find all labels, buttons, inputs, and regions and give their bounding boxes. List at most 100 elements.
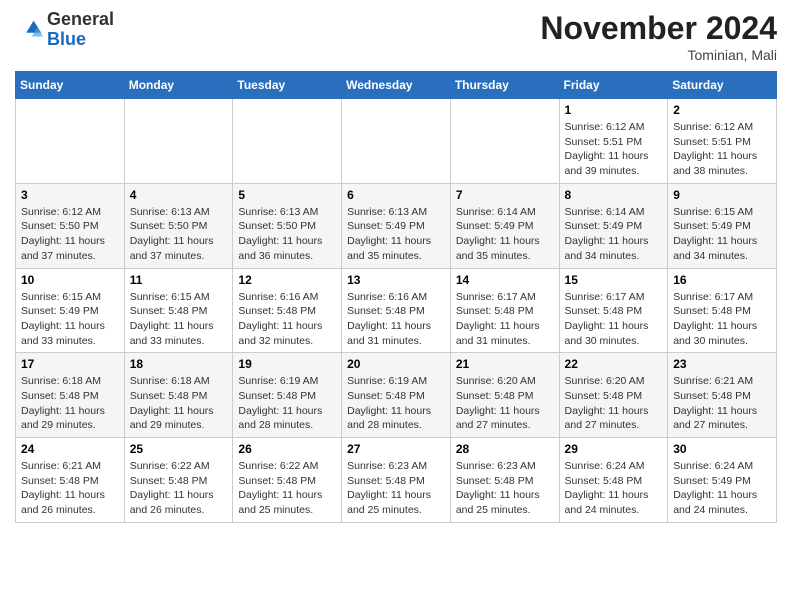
calendar-cell: 7 Sunrise: 6:14 AMSunset: 5:49 PMDaylight… xyxy=(450,183,559,268)
weekday-header-tuesday: Tuesday xyxy=(233,72,342,99)
calendar-cell: 9 Sunrise: 6:15 AMSunset: 5:49 PMDaylight… xyxy=(668,183,777,268)
calendar-cell xyxy=(450,99,559,184)
calendar-cell: 30 Sunrise: 6:24 AMSunset: 5:49 PMDayligh… xyxy=(668,438,777,523)
day-number: 8 xyxy=(565,188,663,202)
day-info: Sunrise: 6:17 AMSunset: 5:48 PMDaylight:… xyxy=(673,290,771,349)
calendar-cell xyxy=(342,99,451,184)
day-info: Sunrise: 6:12 AMSunset: 5:50 PMDaylight:… xyxy=(21,205,119,264)
weekday-header-saturday: Saturday xyxy=(668,72,777,99)
day-number: 27 xyxy=(347,442,445,456)
calendar-week-row: 3 Sunrise: 6:12 AMSunset: 5:50 PMDaylight… xyxy=(16,183,777,268)
location: Tominian, Mali xyxy=(540,47,777,63)
day-info: Sunrise: 6:14 AMSunset: 5:49 PMDaylight:… xyxy=(456,205,554,264)
day-number: 17 xyxy=(21,357,119,371)
day-info: Sunrise: 6:24 AMSunset: 5:48 PMDaylight:… xyxy=(565,459,663,518)
day-info: Sunrise: 6:12 AMSunset: 5:51 PMDaylight:… xyxy=(673,120,771,179)
month-title: November 2024 xyxy=(540,10,777,47)
calendar-cell: 11 Sunrise: 6:15 AMSunset: 5:48 PMDayligh… xyxy=(124,268,233,353)
day-info: Sunrise: 6:17 AMSunset: 5:48 PMDaylight:… xyxy=(456,290,554,349)
day-info: Sunrise: 6:23 AMSunset: 5:48 PMDaylight:… xyxy=(456,459,554,518)
calendar-cell: 29 Sunrise: 6:24 AMSunset: 5:48 PMDayligh… xyxy=(559,438,668,523)
day-info: Sunrise: 6:23 AMSunset: 5:48 PMDaylight:… xyxy=(347,459,445,518)
calendar-cell: 22 Sunrise: 6:20 AMSunset: 5:48 PMDayligh… xyxy=(559,353,668,438)
day-info: Sunrise: 6:22 AMSunset: 5:48 PMDaylight:… xyxy=(238,459,336,518)
calendar-cell: 2 Sunrise: 6:12 AMSunset: 5:51 PMDaylight… xyxy=(668,99,777,184)
calendar-cell: 25Sunrise: 6:22 AMSunset: 5:48 PMDayligh… xyxy=(124,438,233,523)
day-number: 7 xyxy=(456,188,554,202)
day-number: 16 xyxy=(673,273,771,287)
logo: General Blue xyxy=(15,10,114,50)
day-number: 28 xyxy=(456,442,554,456)
day-info: Sunrise: 6:14 AMSunset: 5:49 PMDaylight:… xyxy=(565,205,663,264)
day-info: Sunrise: 6:13 AMSunset: 5:50 PMDaylight:… xyxy=(238,205,336,264)
page-header: General Blue November 2024 Tominian, Mal… xyxy=(15,10,777,63)
day-number: 9 xyxy=(673,188,771,202)
logo-icon xyxy=(15,16,43,44)
day-info: Sunrise: 6:12 AMSunset: 5:51 PMDaylight:… xyxy=(565,120,663,179)
calendar-week-row: 10 Sunrise: 6:15 AMSunset: 5:49 PMDayligh… xyxy=(16,268,777,353)
calendar-cell: 26 Sunrise: 6:22 AMSunset: 5:48 PMDayligh… xyxy=(233,438,342,523)
calendar-week-row: 17 Sunrise: 6:18 AMSunset: 5:48 PMDayligh… xyxy=(16,353,777,438)
day-number: 4 xyxy=(130,188,228,202)
day-number: 29 xyxy=(565,442,663,456)
day-number: 2 xyxy=(673,103,771,117)
day-number: 12 xyxy=(238,273,336,287)
day-info: Sunrise: 6:21 AMSunset: 5:48 PMDaylight:… xyxy=(673,374,771,433)
day-number: 26 xyxy=(238,442,336,456)
weekday-header-sunday: Sunday xyxy=(16,72,125,99)
calendar-cell: 12Sunrise: 6:16 AMSunset: 5:48 PMDayligh… xyxy=(233,268,342,353)
day-number: 15 xyxy=(565,273,663,287)
day-info: Sunrise: 6:13 AMSunset: 5:49 PMDaylight:… xyxy=(347,205,445,264)
calendar-cell: 10 Sunrise: 6:15 AMSunset: 5:49 PMDayligh… xyxy=(16,268,125,353)
calendar-cell: 23 Sunrise: 6:21 AMSunset: 5:48 PMDayligh… xyxy=(668,353,777,438)
day-number: 23 xyxy=(673,357,771,371)
day-info: Sunrise: 6:17 AMSunset: 5:48 PMDaylight:… xyxy=(565,290,663,349)
calendar-week-row: 1 Sunrise: 6:12 AMSunset: 5:51 PMDaylight… xyxy=(16,99,777,184)
day-number: 19 xyxy=(238,357,336,371)
calendar-cell: 16 Sunrise: 6:17 AMSunset: 5:48 PMDayligh… xyxy=(668,268,777,353)
day-info: Sunrise: 6:15 AMSunset: 5:48 PMDaylight:… xyxy=(130,290,228,349)
day-number: 6 xyxy=(347,188,445,202)
calendar-cell: 13Sunrise: 6:16 AMSunset: 5:48 PMDayligh… xyxy=(342,268,451,353)
calendar-cell: 3 Sunrise: 6:12 AMSunset: 5:50 PMDaylight… xyxy=(16,183,125,268)
day-number: 22 xyxy=(565,357,663,371)
logo-general-text: General xyxy=(47,9,114,29)
day-info: Sunrise: 6:21 AMSunset: 5:48 PMDaylight:… xyxy=(21,459,119,518)
calendar-cell: 28 Sunrise: 6:23 AMSunset: 5:48 PMDayligh… xyxy=(450,438,559,523)
day-number: 14 xyxy=(456,273,554,287)
day-number: 3 xyxy=(21,188,119,202)
day-info: Sunrise: 6:19 AMSunset: 5:48 PMDaylight:… xyxy=(238,374,336,433)
day-number: 24 xyxy=(21,442,119,456)
day-number: 10 xyxy=(21,273,119,287)
day-info: Sunrise: 6:15 AMSunset: 5:49 PMDaylight:… xyxy=(673,205,771,264)
calendar-cell xyxy=(124,99,233,184)
day-info: Sunrise: 6:15 AMSunset: 5:49 PMDaylight:… xyxy=(21,290,119,349)
weekday-header-thursday: Thursday xyxy=(450,72,559,99)
day-number: 30 xyxy=(673,442,771,456)
calendar-cell xyxy=(16,99,125,184)
calendar-week-row: 24 Sunrise: 6:21 AMSunset: 5:48 PMDayligh… xyxy=(16,438,777,523)
day-number: 1 xyxy=(565,103,663,117)
day-number: 18 xyxy=(130,357,228,371)
calendar-table: SundayMondayTuesdayWednesdayThursdayFrid… xyxy=(15,71,777,523)
calendar-cell: 21Sunrise: 6:20 AMSunset: 5:48 PMDayligh… xyxy=(450,353,559,438)
calendar-cell: 6 Sunrise: 6:13 AMSunset: 5:49 PMDaylight… xyxy=(342,183,451,268)
day-info: Sunrise: 6:20 AMSunset: 5:48 PMDaylight:… xyxy=(565,374,663,433)
day-number: 13 xyxy=(347,273,445,287)
title-block: November 2024 Tominian, Mali xyxy=(540,10,777,63)
day-info: Sunrise: 6:22 AMSunset: 5:48 PMDaylight:… xyxy=(130,459,228,518)
logo-blue-text: Blue xyxy=(47,29,86,49)
day-info: Sunrise: 6:20 AMSunset: 5:48 PMDaylight:… xyxy=(456,374,554,433)
day-info: Sunrise: 6:18 AMSunset: 5:48 PMDaylight:… xyxy=(130,374,228,433)
calendar-cell xyxy=(233,99,342,184)
calendar-cell: 5 Sunrise: 6:13 AMSunset: 5:50 PMDaylight… xyxy=(233,183,342,268)
day-info: Sunrise: 6:24 AMSunset: 5:49 PMDaylight:… xyxy=(673,459,771,518)
calendar-cell: 17 Sunrise: 6:18 AMSunset: 5:48 PMDayligh… xyxy=(16,353,125,438)
calendar-cell: 27 Sunrise: 6:23 AMSunset: 5:48 PMDayligh… xyxy=(342,438,451,523)
calendar-cell: 20Sunrise: 6:19 AMSunset: 5:48 PMDayligh… xyxy=(342,353,451,438)
calendar-cell: 18 Sunrise: 6:18 AMSunset: 5:48 PMDayligh… xyxy=(124,353,233,438)
day-number: 5 xyxy=(238,188,336,202)
day-info: Sunrise: 6:18 AMSunset: 5:48 PMDaylight:… xyxy=(21,374,119,433)
day-number: 11 xyxy=(130,273,228,287)
weekday-header-wednesday: Wednesday xyxy=(342,72,451,99)
